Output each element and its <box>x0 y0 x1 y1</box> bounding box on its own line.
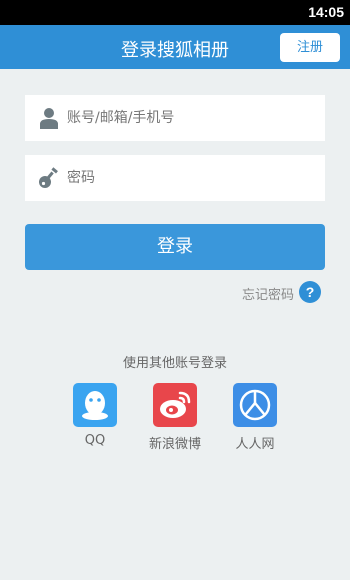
app-header: 登录搜狐相册 注册 <box>0 25 350 69</box>
qq-icon[interactable] <box>73 383 117 427</box>
renren-icon[interactable] <box>233 383 277 427</box>
status-bar: 14:05 <box>0 0 350 25</box>
account-field[interactable] <box>25 95 325 141</box>
password-field[interactable] <box>25 155 325 201</box>
help-icon[interactable]: ? <box>299 281 321 303</box>
key-icon <box>39 167 58 188</box>
renren-label: 人人网 <box>235 437 275 452</box>
forgot-password-link[interactable]: 忘记密码 ? <box>200 281 330 303</box>
qq-login-button[interactable]: QQ <box>55 383 135 455</box>
login-button[interactable]: 登录 <box>25 224 325 270</box>
register-button[interactable]: 注册 <box>280 33 340 62</box>
weibo-icon[interactable] <box>153 383 197 427</box>
status-time: 14:05 <box>308 4 344 20</box>
other-login-title: 使用其他账号登录 <box>122 356 227 371</box>
user-icon <box>40 108 58 129</box>
forgot-password-label[interactable]: 忘记密码 <box>242 284 294 303</box>
qq-label: QQ <box>84 433 106 448</box>
account-input[interactable] <box>67 104 317 132</box>
password-input[interactable] <box>67 164 317 192</box>
weibo-label: 新浪微博 <box>148 437 201 452</box>
renren-login-button[interactable]: 人人网 <box>215 383 295 455</box>
weibo-login-button[interactable]: 新浪微博 <box>135 383 215 455</box>
